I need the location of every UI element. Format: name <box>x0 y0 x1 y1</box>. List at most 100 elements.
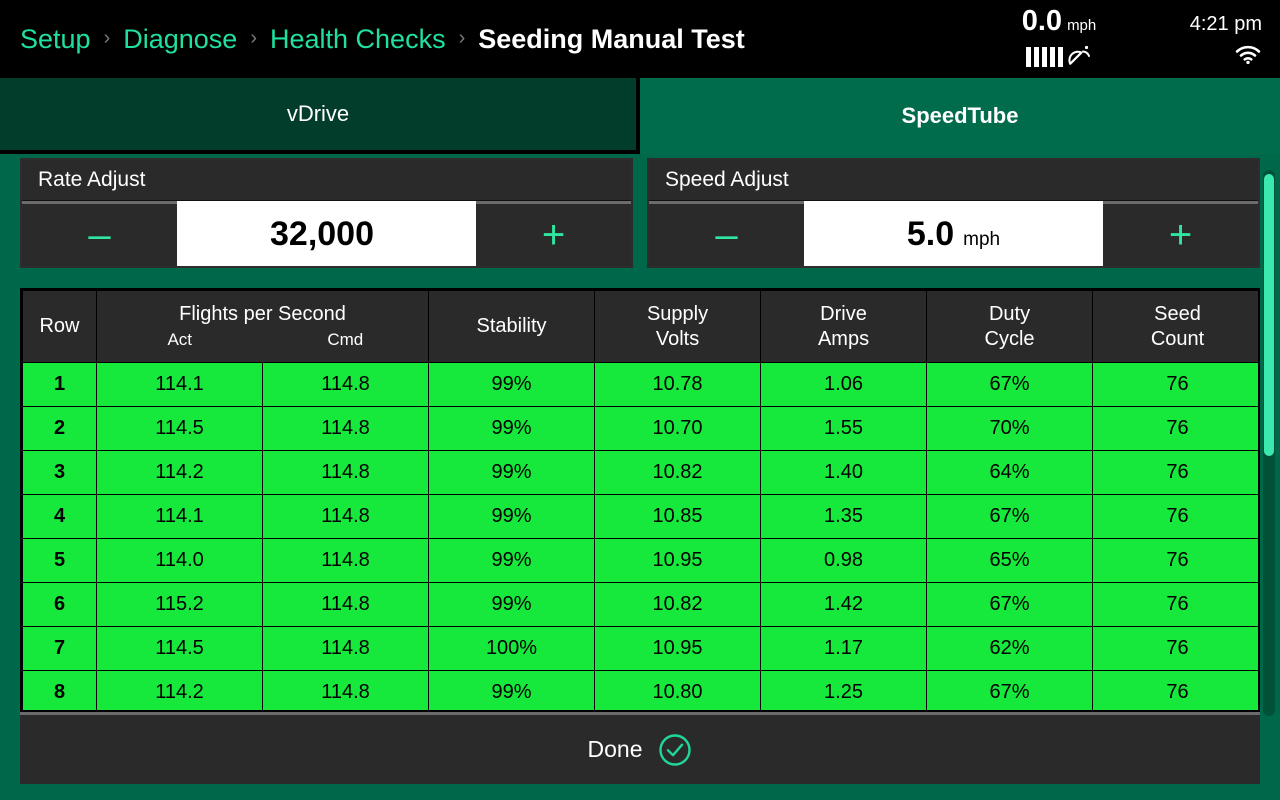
cell-drive-amps: 1.06 <box>760 362 928 407</box>
breadcrumb-separator-icon: › <box>458 27 466 49</box>
table-row: 4 114.1 114.8 99% 10.85 1.35 67% 76 <box>22 494 1258 539</box>
cell-duty-cycle: 67% <box>926 494 1094 539</box>
cell-fps-cmd: 114.8 <box>261 406 430 451</box>
cell-row-number: 4 <box>22 494 97 539</box>
clock-and-wifi: 4:21 pm <box>1134 0 1262 78</box>
cell-duty-cycle: 65% <box>926 538 1094 583</box>
cell-drive-amps: 0.98 <box>760 538 928 583</box>
cell-fps-act: 115.2 <box>96 582 263 627</box>
bottom-strip <box>0 786 1280 800</box>
vertical-scrollbar-thumb[interactable] <box>1264 174 1274 456</box>
column-header-drive-line1: Drive <box>820 302 867 325</box>
column-header-supply-line1: Supply <box>646 302 709 325</box>
minus-icon: – <box>88 213 111 257</box>
cell-fps-act: 114.5 <box>96 626 263 671</box>
rate-adjust-value-display[interactable]: 32,000 <box>177 201 476 266</box>
column-header-duty-cycle: Duty Cycle <box>926 290 1094 363</box>
table-header: Row Flights per Second Act Cmd Stability <box>22 290 1258 363</box>
column-header-stability-label: Stability <box>476 315 547 337</box>
table-row: 1 114.1 114.8 99% 10.78 1.06 67% 76 <box>22 362 1258 407</box>
status-indicators: 0.0 mph 4:21 pm <box>984 0 1280 78</box>
cell-stability: 99% <box>428 670 596 710</box>
cell-row-number: 3 <box>22 450 97 495</box>
cell-row-number: 6 <box>22 582 97 627</box>
cell-duty-cycle: 70% <box>926 406 1094 451</box>
clock-label: 4:21 pm <box>1189 13 1262 35</box>
cell-stability: 100% <box>428 626 596 671</box>
tab-vdrive-label: vDrive <box>286 101 350 126</box>
breadcrumb-separator-icon: › <box>103 27 111 49</box>
rate-increment-button[interactable]: + <box>476 201 631 266</box>
rate-decrement-button[interactable]: – <box>22 201 177 266</box>
speed-value: 0.0 <box>1021 4 1063 37</box>
tab-speedtube[interactable]: SpeedTube <box>640 78 1280 154</box>
column-header-duty-line2: Cycle <box>984 327 1035 350</box>
done-button-label: Done <box>587 736 643 762</box>
cell-duty-cycle: 67% <box>926 582 1094 627</box>
cell-stability: 99% <box>428 450 596 495</box>
column-header-fps-title: Flights per Second <box>179 303 346 325</box>
table-row: 8 114.2 114.8 99% 10.80 1.25 67% 76 <box>22 670 1258 710</box>
cell-fps-cmd: 114.8 <box>261 626 430 671</box>
column-header-drive-line2: Amps <box>817 327 870 350</box>
column-header-supply-line2: Volts <box>655 327 700 350</box>
speed-increment-button[interactable]: + <box>1103 201 1258 266</box>
cell-supply-volts: 10.85 <box>594 494 762 539</box>
cell-fps-act: 114.0 <box>96 538 263 583</box>
table-row: 3 114.2 114.8 99% 10.82 1.40 64% 76 <box>22 450 1258 495</box>
cell-stability: 99% <box>428 494 596 539</box>
column-header-supply-volts: Supply Volts <box>594 290 762 363</box>
cell-seed-count: 76 <box>1092 626 1258 671</box>
cell-fps-cmd: 114.8 <box>261 362 430 407</box>
speed-unit: mph <box>1067 16 1097 34</box>
minus-icon: – <box>715 213 738 257</box>
cell-fps-cmd: 114.8 <box>261 582 430 627</box>
gps-status <box>1025 43 1093 72</box>
column-header-seed-count: Seed Count <box>1092 290 1258 363</box>
breadcrumb-separator-icon: › <box>250 27 257 49</box>
cell-fps-act: 114.2 <box>96 450 263 495</box>
cell-seed-count: 76 <box>1092 362 1258 407</box>
tab-vdrive[interactable]: vDrive <box>0 78 640 154</box>
cell-duty-cycle: 67% <box>926 362 1094 407</box>
cell-fps-cmd: 114.8 <box>261 494 430 539</box>
cell-seed-count: 76 <box>1092 494 1258 539</box>
cell-fps-act: 114.5 <box>96 406 263 451</box>
speed-decrement-button[interactable]: – <box>649 201 804 266</box>
satellite-dish-icon <box>1067 43 1093 72</box>
cell-row-number: 1 <box>22 362 97 407</box>
cell-stability: 99% <box>428 406 596 451</box>
speed-adjust-value: 5.0 <box>906 215 955 253</box>
column-header-fps-act: Act <box>167 330 193 349</box>
cell-drive-amps: 1.55 <box>760 406 928 451</box>
cell-supply-volts: 10.82 <box>594 582 762 627</box>
plus-icon: + <box>1168 213 1193 257</box>
done-button[interactable]: Done <box>20 712 1260 784</box>
breadcrumb-item-setup[interactable]: Setup <box>20 24 91 55</box>
breadcrumb-item-health-checks[interactable]: Health Checks <box>270 24 446 55</box>
cell-seed-count: 76 <box>1092 670 1258 710</box>
cell-supply-volts: 10.82 <box>594 450 762 495</box>
column-header-flights-per-second: Flights per Second Act Cmd <box>95 290 430 363</box>
breadcrumb: Setup › Diagnose › Health Checks › Seedi… <box>0 0 984 78</box>
table-row: 7 114.5 114.8 100% 10.95 1.17 62% 76 <box>22 626 1258 671</box>
cell-fps-act: 114.2 <box>96 670 263 710</box>
column-header-seed-line1: Seed <box>1154 302 1201 325</box>
cell-seed-count: 76 <box>1092 582 1258 627</box>
check-circle-icon <box>658 733 692 767</box>
speed-adjust-value-display[interactable]: 5.0 mph <box>804 201 1103 266</box>
breadcrumb-item-diagnose[interactable]: Diagnose <box>123 24 237 55</box>
column-header-seed-line2: Count <box>1150 327 1205 350</box>
table-row: 5 114.0 114.8 99% 10.95 0.98 65% 76 <box>22 538 1258 583</box>
vertical-scrollbar-track[interactable] <box>1263 170 1275 716</box>
cell-duty-cycle: 62% <box>926 626 1094 671</box>
rate-adjust-panel: Rate Adjust – 32,000 + <box>20 158 633 268</box>
cell-supply-volts: 10.78 <box>594 362 762 407</box>
seeding-manual-test-screen: Setup › Diagnose › Health Checks › Seedi… <box>0 0 1280 800</box>
cell-fps-act: 114.1 <box>96 494 263 539</box>
cell-drive-amps: 1.42 <box>760 582 928 627</box>
rate-adjust-value: 32,000 <box>270 215 374 253</box>
column-header-row: Row <box>22 290 97 363</box>
cell-supply-volts: 10.70 <box>594 406 762 451</box>
cell-stability: 99% <box>428 582 596 627</box>
